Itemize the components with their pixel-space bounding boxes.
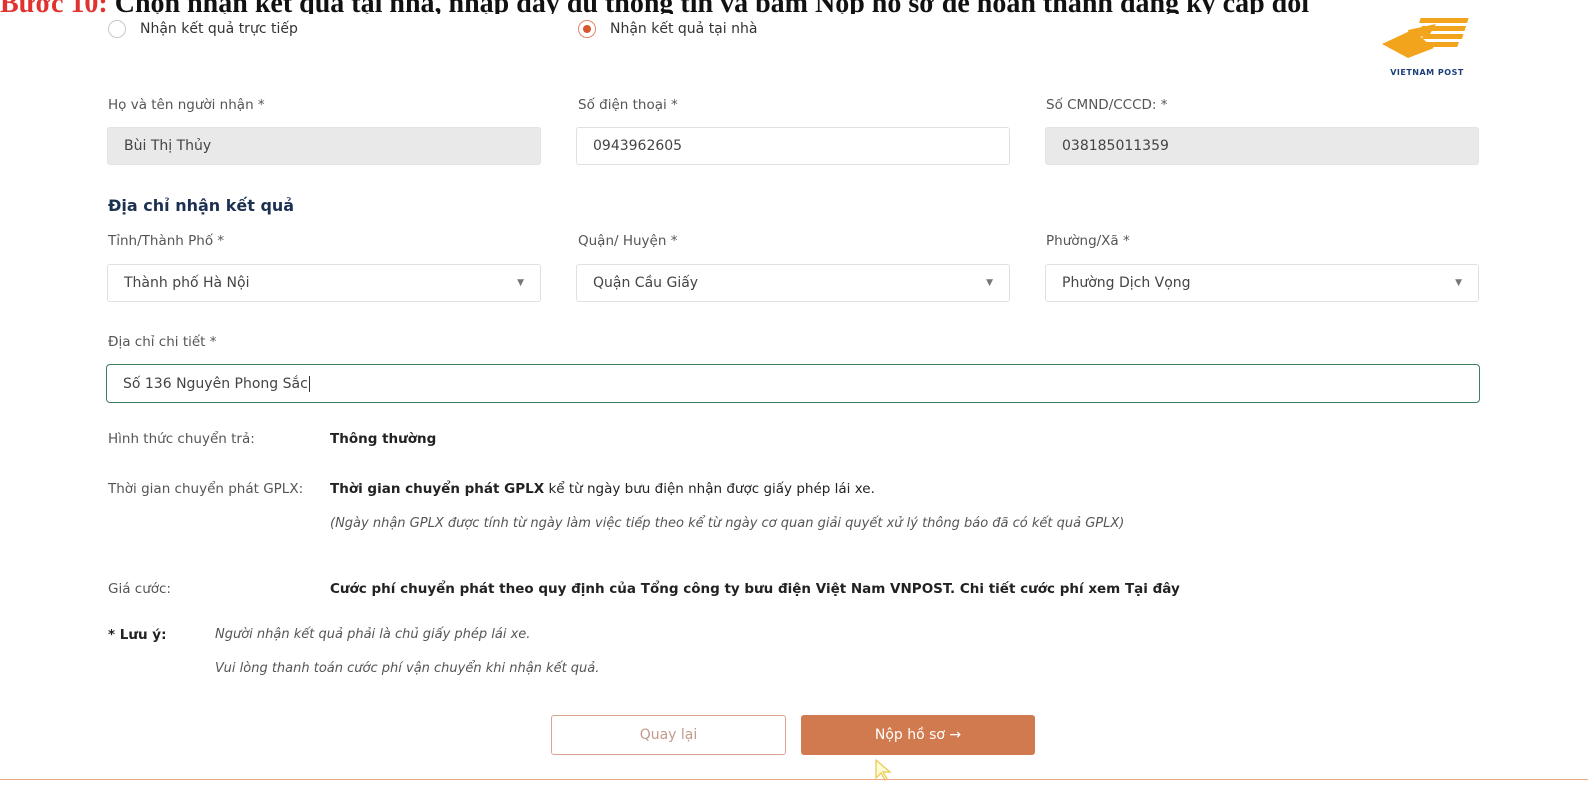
radio-direct-pickup[interactable]: Nhận kết quả trực tiếp (108, 20, 298, 38)
phone-value: 0943962605 (593, 138, 683, 154)
name-label: Họ và tên người nhận * (108, 97, 265, 113)
price-value: Cước phí chuyển phát theo quy định của T… (330, 581, 1180, 597)
phone-field[interactable]: 0943962605 (576, 127, 1010, 165)
time-value: Thời gian chuyển phát GPLX kể từ ngày bư… (330, 481, 875, 497)
ward-label: Phường/Xã * (1046, 233, 1130, 249)
method-label: Hình thức chuyển trả: (108, 431, 255, 447)
district-value: Quận Cầu Giấy (593, 275, 699, 291)
name-field: Bùi Thị Thủy (107, 127, 541, 165)
chevron-down-icon: ▼ (517, 278, 524, 288)
caption-step: Bước 10: (0, 0, 108, 14)
time-value-bold: Thời gian chuyển phát GPLX (330, 481, 545, 497)
radio-circle-unchecked (108, 20, 126, 38)
note-label: * Lưu ý: (108, 627, 167, 643)
method-value: Thông thường (330, 431, 437, 447)
province-select[interactable]: Thành phố Hà Nội ▼ (107, 264, 541, 302)
vietnam-post-logo-icon (1382, 18, 1469, 58)
time-value-rest: kể từ ngày bưu điện nhận được giấy phép … (544, 481, 875, 497)
radio-home-label: Nhận kết quả tại nhà (610, 21, 758, 37)
ward-select[interactable]: Phường Dịch Vọng ▼ (1045, 264, 1479, 302)
page-caption: Bước 10: Chọn nhận kết quả tại nhà, nhập… (0, 0, 1588, 14)
time-note: (Ngày nhận GPLX được tính từ ngày làm vi… (330, 516, 1125, 531)
logo-text: VIETNAM POST (1390, 68, 1464, 77)
province-label: Tỉnh/Thành Phố * (108, 233, 225, 249)
radio-circle-checked (578, 20, 596, 38)
detail-address-input[interactable]: Số 136 Nguyên Phong Sắc (106, 364, 1480, 403)
note-line-2: Vui lòng thanh toán cước phí vận chuyển … (215, 661, 600, 676)
id-field: 038185011359 (1045, 127, 1479, 165)
radio-direct-label: Nhận kết quả trực tiếp (140, 21, 298, 37)
id-label: Số CMND/CCCD: * (1046, 97, 1168, 113)
id-value: 038185011359 (1062, 138, 1169, 154)
name-value: Bùi Thị Thủy (124, 138, 212, 154)
text-cursor (308, 375, 310, 392)
province-value: Thành phố Hà Nội (124, 275, 250, 291)
note-line-1: Người nhận kết quả phải là chủ giấy phép… (215, 627, 531, 642)
time-label: Thời gian chuyển phát GPLX: (108, 481, 304, 497)
radio-home-delivery[interactable]: Nhận kết quả tại nhà (578, 20, 757, 38)
vietnam-post-logo: VIETNAM POST (1372, 14, 1482, 77)
detail-address-label: Địa chỉ chi tiết * (108, 334, 217, 350)
phone-label: Số điện thoại * (578, 97, 678, 113)
address-section-title: Địa chỉ nhận kết quả (108, 196, 295, 215)
chevron-down-icon: ▼ (986, 278, 993, 288)
ward-value: Phường Dịch Vọng (1062, 275, 1191, 291)
price-label: Giá cước: (108, 581, 171, 597)
bottom-divider (0, 779, 1588, 780)
chevron-down-icon: ▼ (1455, 278, 1462, 288)
district-label: Quận/ Huyện * (578, 233, 678, 249)
mouse-pointer-icon (874, 758, 892, 786)
submit-button[interactable]: Nộp hồ sơ → (801, 715, 1035, 755)
district-select[interactable]: Quận Cầu Giấy ▼ (576, 264, 1010, 302)
back-button[interactable]: Quay lại (551, 715, 786, 755)
detail-address-value: Số 136 Nguyên Phong Sắc (123, 375, 308, 392)
caption-text: Chọn nhận kết quả tại nhà, nhập đầy đủ t… (108, 0, 1309, 14)
